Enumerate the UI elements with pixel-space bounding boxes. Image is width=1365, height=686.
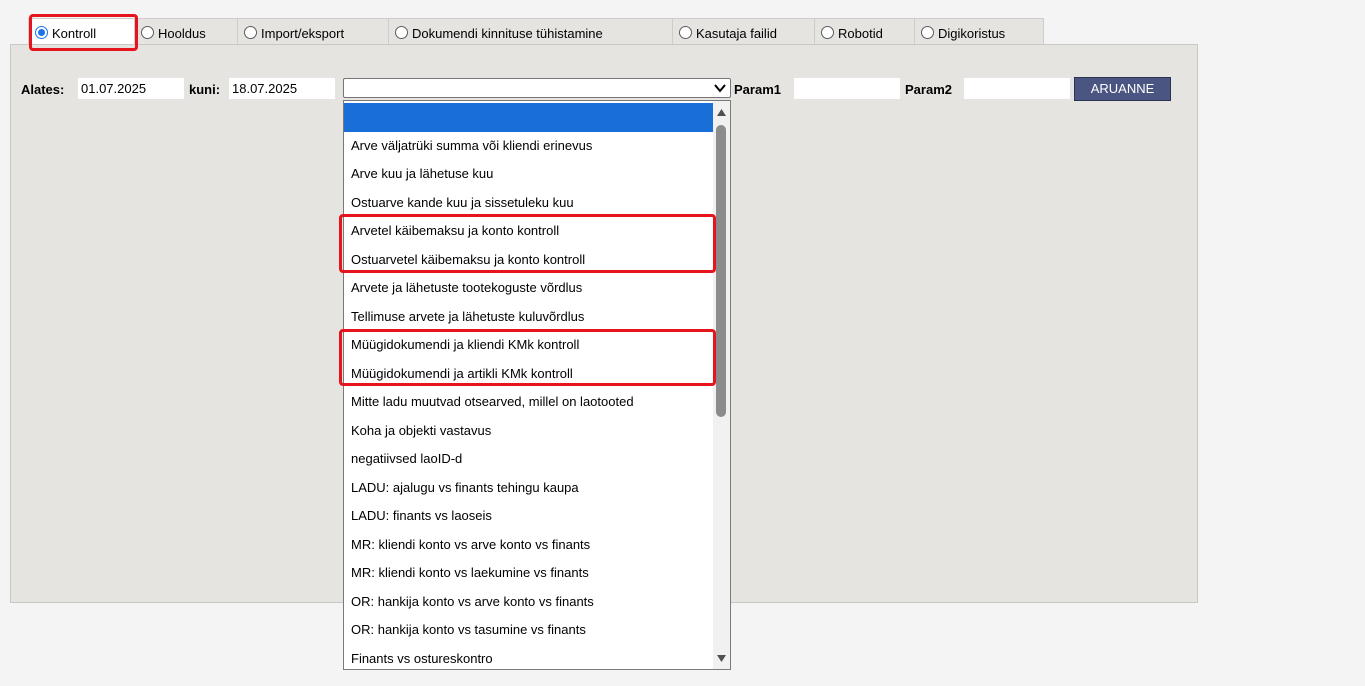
report-type-select[interactable] xyxy=(343,78,731,98)
radio-icon[interactable] xyxy=(395,26,408,39)
kuni-date-input[interactable] xyxy=(229,78,335,99)
param1-input[interactable] xyxy=(794,78,900,99)
tab-kasutaja-failid[interactable]: Kasutaja failid xyxy=(672,18,815,44)
alates-label: Alates: xyxy=(21,82,65,97)
dropdown-option[interactable]: negatiivsed laoID-d xyxy=(344,445,714,474)
tab-import-eksport[interactable]: Import/eksport xyxy=(237,18,389,44)
radio-icon[interactable] xyxy=(821,26,834,39)
dropdown-option[interactable]: MR: kliendi konto vs laekumine vs finant… xyxy=(344,559,714,588)
tab-label: Kontroll xyxy=(52,26,97,41)
dropdown-option[interactable]: Müügidokumendi ja artikli KMk kontroll xyxy=(344,360,714,389)
scroll-down-arrow-icon[interactable] xyxy=(716,653,727,664)
dropdown-option[interactable]: Arvete ja lähetuste tootekoguste võrdlus xyxy=(344,274,714,303)
dropdown-scrollbar[interactable] xyxy=(713,101,730,669)
dropdown-option[interactable]: LADU: ajalugu vs finants tehingu kaupa xyxy=(344,474,714,503)
dropdown-option[interactable]: Arvetel käibemaksu ja konto kontroll xyxy=(344,217,714,246)
kuni-label: kuni: xyxy=(189,82,221,97)
dropdown-option[interactable]: Ostuarve kande kuu ja sissetuleku kuu xyxy=(344,189,714,218)
param1-label: Param1 xyxy=(734,82,781,97)
aruanne-button[interactable]: ARUANNE xyxy=(1074,77,1171,101)
tab-dokumendi-kinnituse-tuhistamine[interactable]: Dokumendi kinnituse tühistamine xyxy=(388,18,673,44)
tab-label: Hooldus xyxy=(158,26,206,41)
dropdown-option[interactable]: MR: kliendi konto vs arve konto vs finan… xyxy=(344,531,714,560)
scroll-up-arrow-icon[interactable] xyxy=(716,107,727,118)
dropdown-option[interactable]: Mitte ladu muutvad otsearved, millel on … xyxy=(344,388,714,417)
dropdown-option[interactable]: Ostuarvetel käibemaksu ja konto kontroll xyxy=(344,246,714,275)
tab-bar: Kontroll Hooldus Import/eksport Dokumend… xyxy=(28,18,1044,44)
dropdown-option[interactable]: Arve kuu ja lähetuse kuu xyxy=(344,160,714,189)
param2-label: Param2 xyxy=(905,82,952,97)
dropdown-option[interactable]: OR: hankija konto vs tasumine vs finants xyxy=(344,616,714,645)
dropdown-option[interactable]: OR: hankija konto vs arve konto vs finan… xyxy=(344,588,714,617)
radio-icon[interactable] xyxy=(921,26,934,39)
scrollbar-thumb[interactable] xyxy=(716,125,726,417)
dropdown-option[interactable]: Finants vs ostureskontro xyxy=(344,645,714,670)
tab-label: Import/eksport xyxy=(261,26,345,41)
tab-digikoristus[interactable]: Digikoristus xyxy=(914,18,1044,44)
radio-icon[interactable] xyxy=(244,26,257,39)
dropdown-option[interactable]: Arve väljatrüki summa või kliendi erinev… xyxy=(344,132,714,161)
alates-date-input[interactable] xyxy=(78,78,184,99)
tab-label: Digikoristus xyxy=(938,26,1006,41)
dropdown-option[interactable]: Tellimuse arvete ja lähetuste kuluvõrdlu… xyxy=(344,303,714,332)
dropdown-option[interactable]: LADU: finants vs laoseis xyxy=(344,502,714,531)
tab-label: Robotid xyxy=(838,26,883,41)
radio-icon[interactable] xyxy=(141,26,154,39)
radio-icon[interactable] xyxy=(679,26,692,39)
tab-label: Dokumendi kinnituse tühistamine xyxy=(412,26,603,41)
tab-label: Kasutaja failid xyxy=(696,26,777,41)
tab-hooldus[interactable]: Hooldus xyxy=(134,18,238,44)
param2-input[interactable] xyxy=(964,78,1070,99)
dropdown-option[interactable] xyxy=(344,103,714,132)
dropdown-option[interactable]: Koha ja objekti vastavus xyxy=(344,417,714,446)
radio-icon[interactable] xyxy=(35,26,48,39)
tab-robotid[interactable]: Robotid xyxy=(814,18,915,44)
chevron-down-icon xyxy=(714,84,726,93)
tab-kontroll[interactable]: Kontroll xyxy=(28,18,135,44)
dropdown-option[interactable]: Müügidokumendi ja kliendi KMk kontroll xyxy=(344,331,714,360)
dropdown-list[interactable]: Arve väljatrüki summa või kliendi erinev… xyxy=(343,100,731,670)
